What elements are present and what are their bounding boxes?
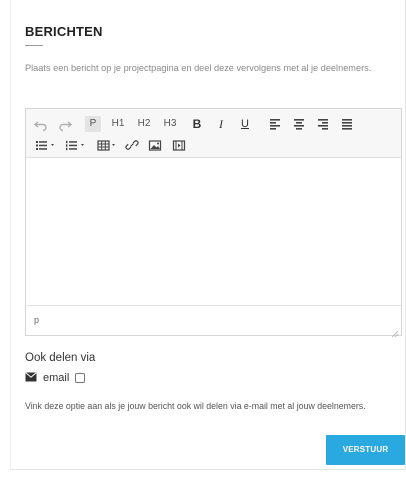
underline-button[interactable]: U xyxy=(238,116,252,132)
editor-toolbar: P H1 H2 H3 B I U xyxy=(26,109,401,158)
paragraph-button[interactable]: P xyxy=(85,116,101,132)
envelope-icon xyxy=(25,371,37,385)
share-note: Vink deze optie aan als je jouw bericht … xyxy=(25,401,366,411)
align-justify-icon[interactable] xyxy=(340,116,354,132)
image-icon[interactable] xyxy=(148,137,162,153)
bullet-list-icon[interactable] xyxy=(34,137,58,153)
bold-button[interactable]: B xyxy=(190,116,204,132)
undo-icon[interactable] xyxy=(34,116,48,132)
resize-handle-icon[interactable] xyxy=(391,325,399,338)
editor-statusbar: p xyxy=(26,305,401,338)
numbered-list-icon[interactable] xyxy=(64,137,88,153)
heading-1-button[interactable]: H1 xyxy=(110,116,126,132)
link-icon[interactable] xyxy=(125,137,139,153)
rich-text-editor: P H1 H2 H3 B I U p xyxy=(25,108,402,338)
section-title: BERICHTEN xyxy=(25,24,103,39)
messages-card: BERICHTEN Plaats een bericht op je proje… xyxy=(10,0,406,470)
editor-content-area[interactable] xyxy=(26,158,401,306)
table-icon[interactable] xyxy=(96,137,120,153)
share-via-title: Ook delen via xyxy=(25,352,96,364)
title-underline xyxy=(25,45,43,46)
italic-button[interactable]: I xyxy=(214,116,228,132)
email-label: email xyxy=(43,372,70,384)
email-checkbox[interactable] xyxy=(75,373,86,383)
heading-3-button[interactable]: H3 xyxy=(162,116,178,132)
heading-2-button[interactable]: H2 xyxy=(136,116,152,132)
share-email-option: email xyxy=(25,371,86,385)
redo-icon[interactable] xyxy=(58,116,72,132)
media-icon[interactable] xyxy=(172,137,186,153)
align-right-icon[interactable] xyxy=(316,116,330,132)
send-button[interactable]: VERSTUUR xyxy=(326,435,405,465)
section-intro: Plaats een bericht op je projectpagina e… xyxy=(25,63,372,73)
element-path[interactable]: p xyxy=(34,315,39,325)
align-center-icon[interactable] xyxy=(292,116,306,132)
align-left-icon[interactable] xyxy=(268,116,282,132)
